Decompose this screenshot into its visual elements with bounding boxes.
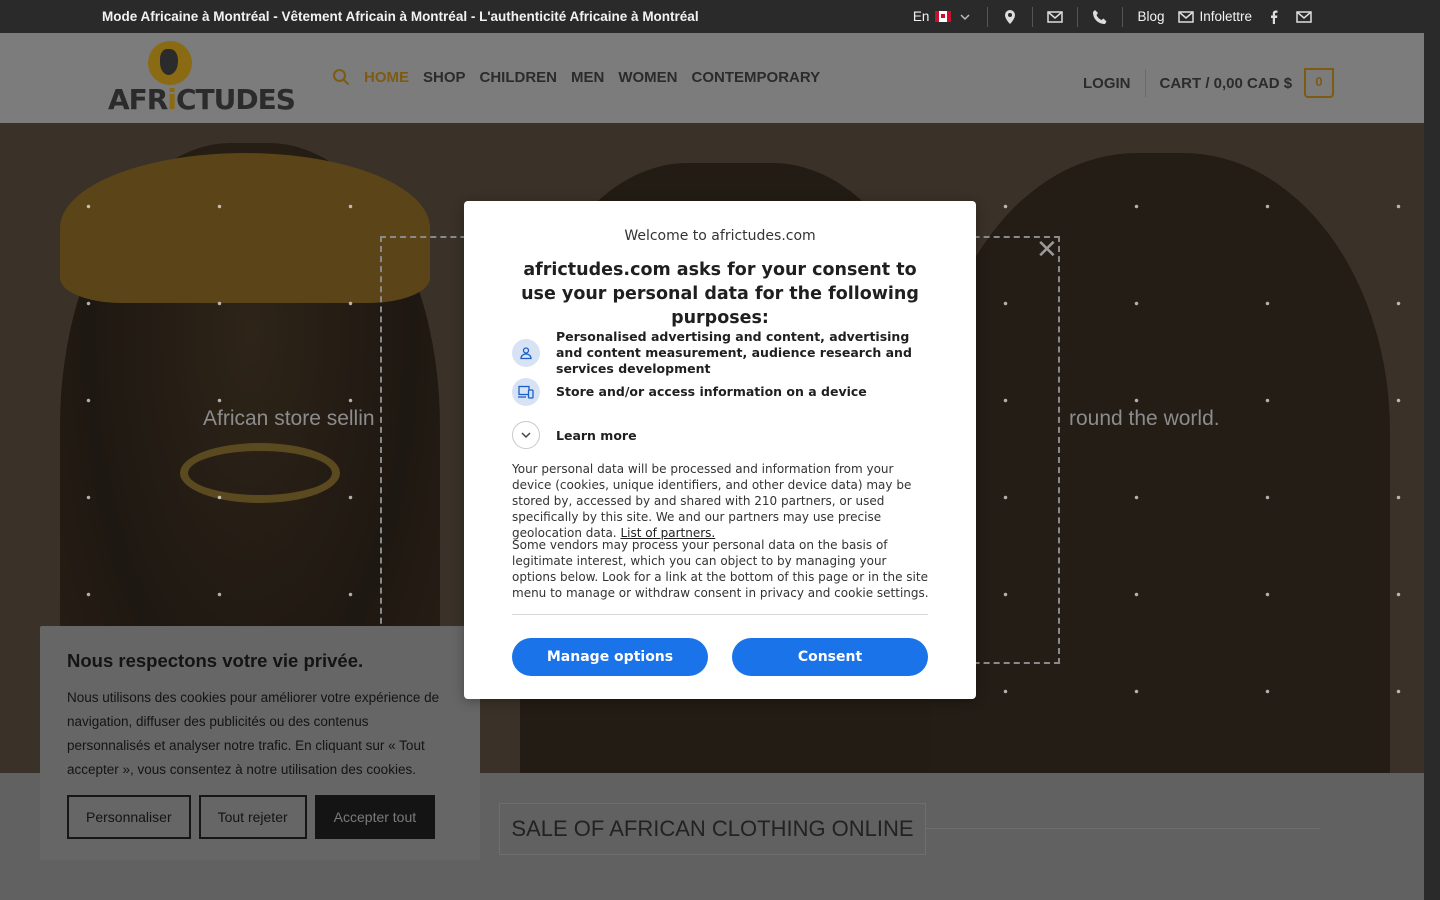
reject-all-button[interactable]: Tout rejeter [198, 795, 307, 839]
consent-welcome: Welcome to africtudes.com [624, 228, 816, 244]
cart-count-badge[interactable]: 0 [1304, 68, 1335, 98]
consent-headline: africtudes.com asks for your consent to … [521, 260, 919, 328]
purpose-advertising: Personalised advertising and content, ad… [512, 329, 928, 377]
consent-paragraph-1: Your personal data will be processed and… [512, 462, 912, 540]
section-title: SALE OF AFRICAN CLOTHING ONLINE [499, 803, 926, 855]
nav-shop[interactable]: SHOP [423, 69, 466, 86]
blog-link[interactable]: Blog [1137, 9, 1164, 24]
divider [512, 614, 928, 615]
nav-home[interactable]: HOME [364, 69, 409, 86]
africa-globe-icon [148, 41, 192, 85]
scrollbar[interactable] [1424, 33, 1440, 900]
nav-women[interactable]: WOMEN [618, 69, 677, 86]
phone-icon[interactable] [1092, 9, 1108, 25]
accept-all-button[interactable]: Accepter tout [314, 795, 436, 839]
customize-button[interactable]: Personnaliser [67, 795, 191, 839]
main-nav: HOME SHOP CHILDREN MEN WOMEN CONTEMPORAR… [332, 68, 820, 86]
learn-more-toggle[interactable]: Learn more [512, 421, 637, 449]
location-pin-icon[interactable] [1002, 9, 1018, 25]
site-tagline: Mode Africaine à Montréal - Vêtement Afr… [102, 9, 699, 24]
consent-dialog: Welcome to africtudes.com africtudes.com… [464, 201, 976, 699]
consent-paragraph-2: Some vendors may process your personal d… [512, 538, 929, 600]
logo-wordmark: AFRiCTUDES [108, 83, 296, 116]
divider [987, 6, 989, 27]
purpose-device-storage-text: Store and/or access information on a dev… [556, 384, 867, 399]
section-rule [925, 828, 1320, 829]
divider [1122, 6, 1124, 27]
canada-flag-icon [935, 11, 952, 22]
person-icon [512, 339, 540, 367]
language-label: En [912, 9, 930, 24]
nav-contemporary[interactable]: CONTEMPORARY [692, 69, 821, 86]
hero-text-right: round the world. [1069, 407, 1220, 430]
purpose-device-storage: Store and/or access information on a dev… [512, 378, 928, 406]
chevron-down-icon [960, 13, 970, 20]
chevron-down-icon [512, 421, 540, 449]
divider [1144, 69, 1146, 97]
site-logo[interactable]: AFRiCTUDES [108, 39, 296, 119]
divider [1077, 6, 1079, 27]
top-bar-right: En Blog Infolettre [913, 0, 1312, 33]
language-switcher[interactable]: En [913, 9, 974, 25]
nav-men[interactable]: MEN [571, 69, 604, 86]
cart-link[interactable]: CART / 0,00 CAD $ [1160, 75, 1293, 92]
email-social-icon[interactable] [1296, 9, 1312, 25]
envelope-icon[interactable] [1047, 9, 1064, 25]
consent-button[interactable]: Consent [732, 638, 928, 676]
newsletter-link[interactable]: Infolettre [1178, 9, 1252, 25]
close-icon[interactable]: ✕ [1036, 235, 1058, 265]
hero-text-left: African store sellin [203, 407, 375, 430]
purpose-advertising-text: Personalised advertising and content, ad… [556, 329, 912, 376]
manage-options-button[interactable]: Manage options [512, 638, 708, 676]
top-bar: Mode Africaine à Montréal - Vêtement Afr… [0, 0, 1440, 33]
envelope-icon [1178, 10, 1195, 23]
site-header: AFRiCTUDES HOME SHOP CHILDREN MEN WOMEN … [0, 33, 1424, 123]
login-link[interactable]: LOGIN [1083, 75, 1131, 92]
header-account-area: LOGIN CART / 0,00 CAD $ 0 [1083, 68, 1335, 98]
divider [1032, 6, 1034, 27]
devices-icon [512, 378, 540, 406]
cookie-banner-actions: Personnaliser Tout rejeter Accepter tout [67, 795, 436, 839]
learn-more-label: Learn more [556, 427, 637, 443]
cookie-banner: Nous respectons votre vie privée. Nous u… [40, 626, 480, 860]
cookie-banner-text: Nous utilisons des cookies pour améliore… [67, 690, 440, 777]
nav-children[interactable]: CHILDREN [480, 69, 558, 86]
search-icon[interactable] [332, 68, 350, 86]
facebook-icon[interactable] [1266, 9, 1282, 25]
newsletter-label: Infolettre [1199, 9, 1252, 24]
cookie-banner-title: Nous respectons votre vie privée. [67, 650, 364, 671]
